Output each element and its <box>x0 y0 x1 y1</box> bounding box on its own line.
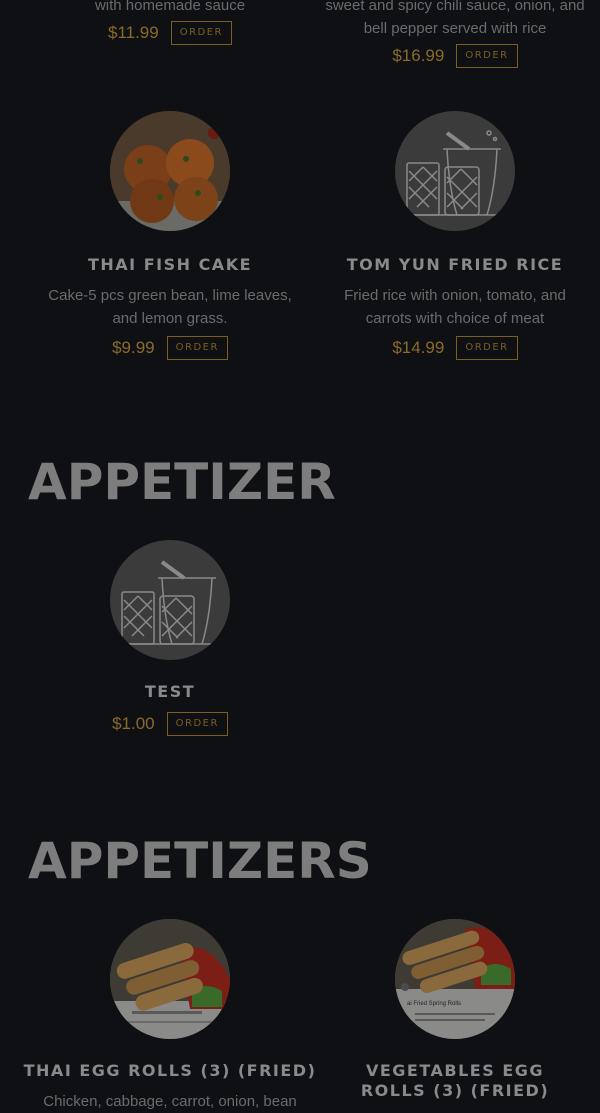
order-button[interactable]: ORDER <box>456 336 518 360</box>
item-name: THAI EGG ROLLS (3) (FRIED) <box>23 1061 317 1080</box>
mortar-pestle-placeholder-icon <box>110 540 230 660</box>
order-button[interactable]: ORDER <box>166 712 228 736</box>
order-button[interactable]: ORDER <box>166 336 228 360</box>
section-title-appetizers: APPETIZERS <box>28 832 372 890</box>
mortar-pestle-placeholder-icon <box>395 111 515 231</box>
menu-item-top-left: with homemade sauce $11.99 ORDER <box>20 0 320 45</box>
photo-caption: ai Fried Spring Rolls <box>407 1001 462 1007</box>
item-description: Chicken, cabbage, carrot, onion, bean <box>43 1093 297 1110</box>
fish-cake-photo <box>110 111 230 231</box>
menu-item-test[interactable]: TEST $1.00 ORDER <box>20 540 320 736</box>
item-name: TOM YUN FRIED RICE <box>346 255 564 274</box>
egg-rolls-photo: ai Fried Spring Rolls <box>395 919 515 1039</box>
item-description: sweet and spicy chili sauce, onion, and … <box>325 0 585 37</box>
item-price: $11.99 <box>107 23 159 42</box>
egg-rolls-photo <box>110 919 230 1039</box>
item-price: $1.00 <box>112 714 155 733</box>
item-name: VEGETABLES EGG ROLLS (3) (FRIED) <box>360 1061 550 1100</box>
item-description: Fried rice with onion, tomato, and carro… <box>344 287 566 327</box>
item-price: $16.99 <box>392 46 445 65</box>
menu-item-thai-egg-rolls[interactable]: THAI EGG ROLLS (3) (FRIED) Chicken, cabb… <box>20 919 320 1113</box>
menu-item-vegetables-egg-rolls[interactable]: ai Fried Spring Rolls VEGETABLES EGG ROL… <box>305 919 600 1101</box>
item-name: THAI FISH CAKE <box>87 255 253 274</box>
order-button[interactable]: ORDER <box>170 21 233 45</box>
item-description: with homemade sauce <box>94 0 246 14</box>
item-price: $14.99 <box>392 338 445 357</box>
menu-item-tom-yun-fried-rice[interactable]: TOM YUN FRIED RICE Fried rice with onion… <box>305 111 600 360</box>
item-price: $9.99 <box>112 338 155 357</box>
order-button[interactable]: ORDER <box>456 44 518 68</box>
item-description: Cake-5 pcs green bean, lime leaves, and … <box>48 287 292 327</box>
menu-item-thai-fish-cake[interactable]: THAI FISH CAKE Cake-5 pcs green bean, li… <box>20 111 320 360</box>
item-name: TEST <box>144 682 196 701</box>
section-title-appetizer: APPETIZER <box>28 453 336 511</box>
menu-item-top-right: sweet and spicy chili sauce, onion, and … <box>320 0 590 68</box>
